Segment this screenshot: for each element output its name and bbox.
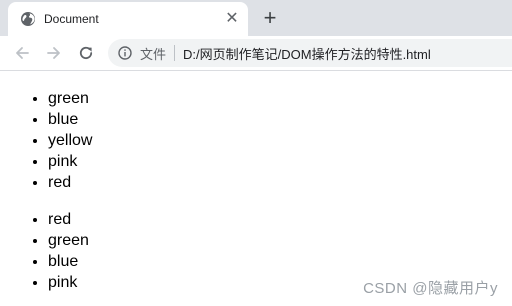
tab-close-icon[interactable]: ✕ xyxy=(222,9,242,29)
url-text[interactable]: D:/网页制作笔记/DOM操作方法的特性.html xyxy=(183,44,431,63)
browser-toolbar: 文件 D:/网页制作笔记/DOM操作方法的特性.html xyxy=(0,36,512,71)
new-tab-button[interactable]: + xyxy=(258,6,282,30)
page-content: green blue yellow pink red red green blu… xyxy=(0,71,512,306)
list-item: blue xyxy=(48,109,512,130)
watermark: CSDN @隐藏用户y xyxy=(363,280,498,297)
list-item: pink xyxy=(48,151,512,172)
globe-icon xyxy=(20,11,36,27)
back-arrow-icon[interactable] xyxy=(10,41,34,65)
list-item: red xyxy=(48,209,512,230)
tab-title: Document xyxy=(44,12,99,26)
scheme-label: 文件 xyxy=(140,46,167,62)
info-icon[interactable] xyxy=(118,46,132,60)
omnibox-divider xyxy=(174,45,176,61)
reload-icon[interactable] xyxy=(74,41,98,65)
color-list-1: green blue yellow pink red xyxy=(0,88,512,193)
list-item: blue xyxy=(48,251,512,272)
list-item: red xyxy=(48,172,512,193)
list-item: green xyxy=(48,230,512,251)
list-item: green xyxy=(48,88,512,109)
list-item: yellow xyxy=(48,130,512,151)
forward-arrow-icon[interactable] xyxy=(42,41,66,65)
address-bar[interactable]: 文件 D:/网页制作笔记/DOM操作方法的特性.html xyxy=(108,39,512,67)
browser-tab[interactable]: Document ✕ xyxy=(8,2,248,36)
tab-strip: Document ✕ + xyxy=(0,0,512,36)
